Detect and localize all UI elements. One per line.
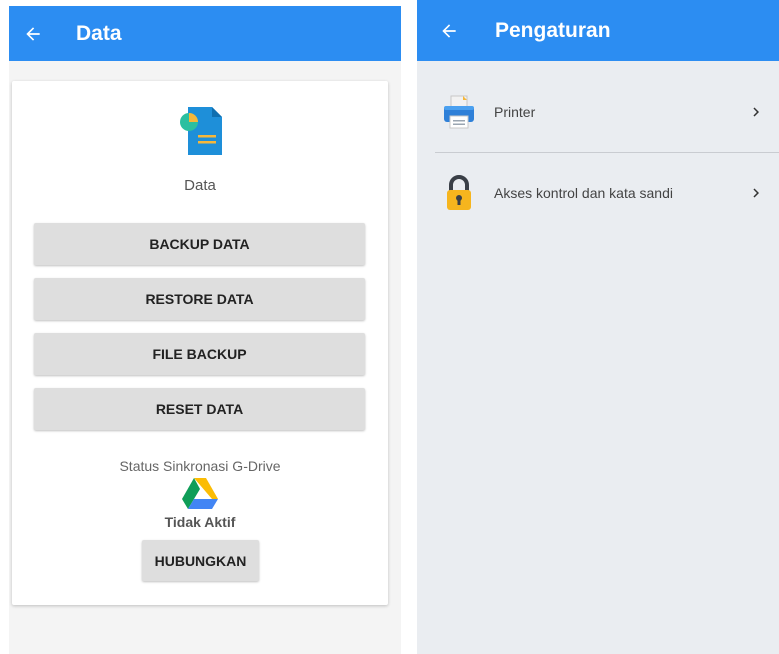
- reset-data-button[interactable]: RESET DATA: [34, 388, 365, 430]
- back-button[interactable]: [15, 6, 51, 61]
- arrow-left-icon: [26, 26, 40, 41]
- sync-status-label: Status Sinkronasi G-Drive: [119, 458, 281, 474]
- settings-item-access-control[interactable]: Akses kontrol dan kata sandi: [417, 153, 779, 233]
- google-drive-icon: [182, 478, 218, 509]
- settings-item-printer[interactable]: Printer: [417, 72, 779, 152]
- chevron-right-icon: [753, 188, 759, 198]
- lock-icon: [447, 175, 471, 210]
- access-control-label: Akses kontrol dan kata sandi: [494, 185, 673, 201]
- back-button[interactable]: [431, 0, 467, 61]
- chevron-right-icon: [753, 107, 759, 117]
- data-card: Data BACKUP DATA RESTORE DATA FILE BACKU…: [12, 81, 388, 605]
- connect-button[interactable]: HUBUNGKAN: [142, 540, 259, 581]
- backup-data-button[interactable]: BACKUP DATA: [34, 223, 365, 265]
- settings-screen: Pengaturan Printer Akses kontrol dan kat…: [417, 0, 779, 654]
- restore-data-button[interactable]: RESTORE DATA: [34, 278, 365, 320]
- page-title: Data: [76, 21, 122, 45]
- card-title: Data: [184, 177, 216, 194]
- page-title: Pengaturan: [495, 18, 611, 42]
- printer-icon: [444, 95, 474, 129]
- printer-label: Printer: [494, 104, 536, 120]
- arrow-left-icon: [442, 23, 456, 38]
- document-icon: [180, 107, 222, 155]
- settings-app-bar: Pengaturan: [417, 0, 779, 61]
- file-backup-button[interactable]: FILE BACKUP: [34, 333, 365, 375]
- sync-status-value: Tidak Aktif: [164, 514, 236, 530]
- data-screen: Data Data BACKUP DATA RESTORE DATA FILE …: [9, 6, 401, 654]
- data-app-bar: Data: [9, 6, 401, 61]
